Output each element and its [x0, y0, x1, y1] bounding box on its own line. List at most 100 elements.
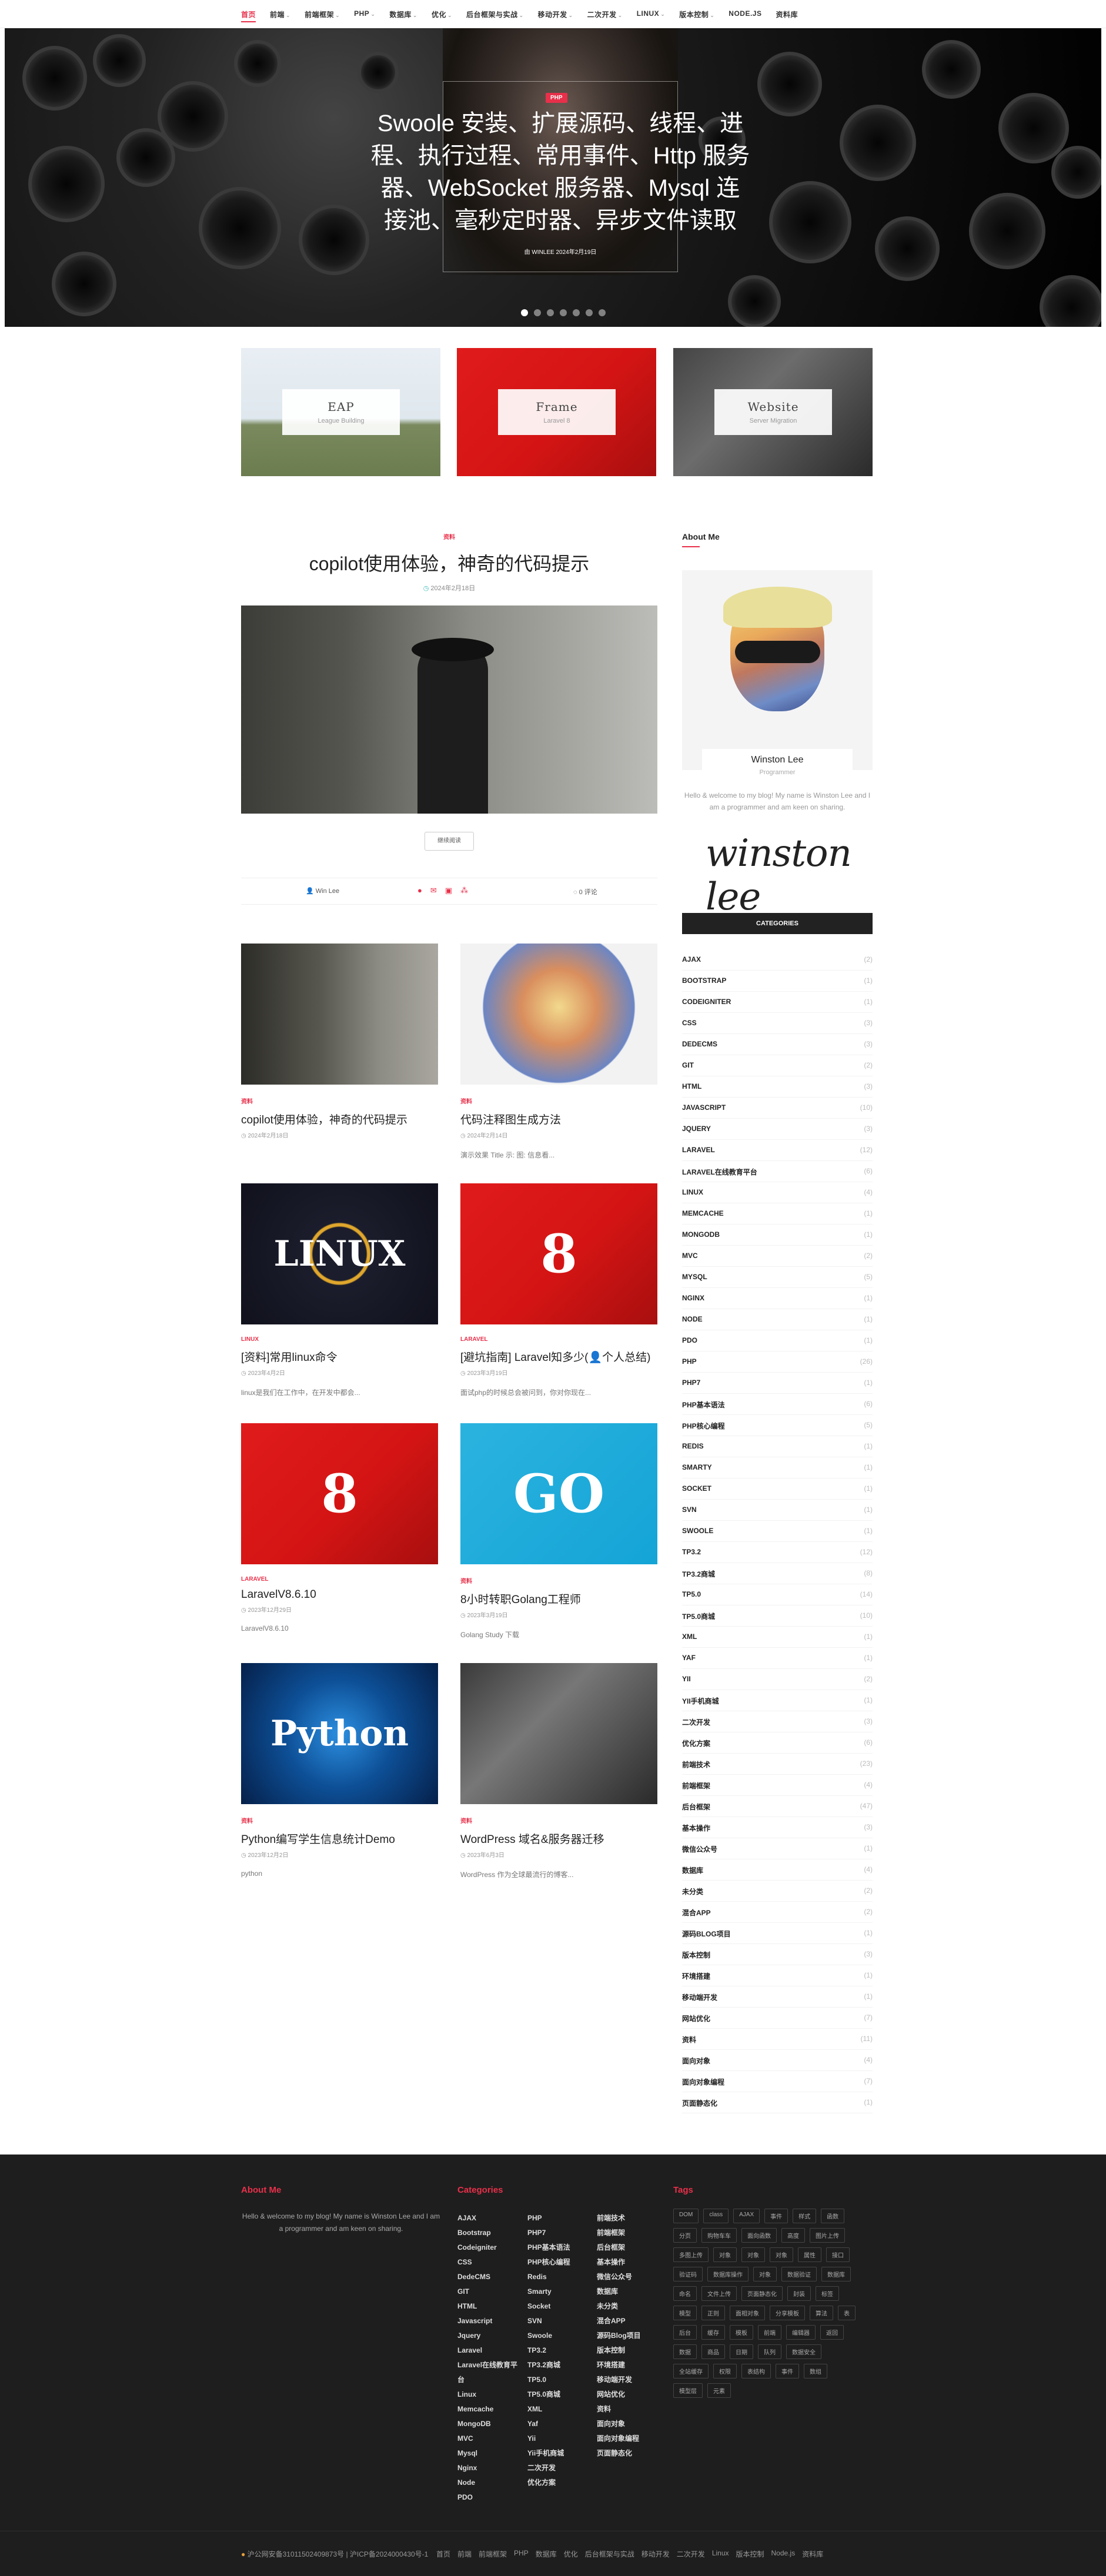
- footer-category-link[interactable]: Laravel在线教育平台: [457, 2358, 522, 2387]
- category-name[interactable]: TP5.0商城: [682, 1611, 715, 1621]
- nav-item[interactable]: PHP ⌄: [354, 9, 375, 22]
- footer-category-link[interactable]: XML: [527, 2402, 592, 2417]
- tag[interactable]: 图片上传: [810, 2228, 845, 2243]
- footer-category-link[interactable]: Smarty: [527, 2284, 592, 2299]
- category-name[interactable]: MYSQL: [682, 1273, 707, 1281]
- tag[interactable]: 对象: [753, 2267, 777, 2281]
- tag[interactable]: 返回: [820, 2325, 844, 2340]
- category-name[interactable]: 页面静态化: [682, 2098, 717, 2108]
- tag[interactable]: 函数: [821, 2209, 845, 2223]
- tag[interactable]: 日期: [730, 2344, 753, 2359]
- tag[interactable]: 对象: [770, 2247, 793, 2262]
- category-name[interactable]: 资料: [682, 2035, 696, 2045]
- tag[interactable]: 数据库操作: [707, 2267, 749, 2281]
- footer-link[interactable]: 数据库: [536, 2549, 557, 2559]
- category-name[interactable]: SWOOLE: [682, 1527, 713, 1535]
- tag[interactable]: 验证码: [673, 2267, 703, 2281]
- category-item[interactable]: LARAVEL在线教育平台 (6): [682, 1161, 873, 1182]
- post-title[interactable]: copilot使用体验，神奇的代码提示: [241, 1111, 438, 1127]
- footer-category-link[interactable]: Laravel: [457, 2343, 522, 2358]
- category-item[interactable]: 资料 (11): [682, 2029, 873, 2050]
- hero-category-badge[interactable]: PHP: [546, 93, 567, 103]
- post-comments[interactable]: ◌ 0 评论: [573, 887, 597, 896]
- category-item[interactable]: TP5.0 (14): [682, 1584, 873, 1605]
- footer-category-link[interactable]: SVN: [527, 2314, 592, 2329]
- category-name[interactable]: XML: [682, 1632, 697, 1641]
- category-item[interactable]: NODE (1): [682, 1309, 873, 1330]
- category-name[interactable]: 微信公众号: [682, 1844, 717, 1854]
- post-title[interactable]: [避坑指南] Laravel知多少(👤个人总结): [460, 1349, 657, 1364]
- category-name[interactable]: MEMCACHE: [682, 1209, 724, 1217]
- category-name[interactable]: MVC: [682, 1252, 698, 1260]
- category-name[interactable]: YII: [682, 1675, 691, 1683]
- post-title[interactable]: WordPress 域名&服务器迁移: [460, 1831, 657, 1846]
- footer-category-link[interactable]: Redis: [527, 2270, 592, 2284]
- post-title[interactable]: [资料]常用linux命令: [241, 1349, 438, 1364]
- post-category[interactable]: 资料: [460, 1096, 657, 1105]
- featured-card-eap[interactable]: EAP League Building: [241, 348, 440, 476]
- nav-item[interactable]: 后台框架与实战 ⌄: [466, 9, 524, 22]
- post-image[interactable]: [241, 605, 657, 814]
- grid-post-card[interactable]: GO 资料 8小时转职Golang工程师 ◷ 2023年3月19日 Golang Stu…: [460, 1423, 657, 1640]
- category-name[interactable]: PHP: [682, 1357, 697, 1366]
- category-name[interactable]: 面向对象: [682, 2056, 710, 2066]
- category-name[interactable]: 前端框架: [682, 1781, 710, 1791]
- category-item[interactable]: 源码BLOG项目 (1): [682, 1923, 873, 1944]
- tag[interactable]: 事件: [776, 2364, 799, 2378]
- footer-link[interactable]: PHP: [514, 2549, 529, 2559]
- tag[interactable]: 权限: [713, 2364, 737, 2378]
- tag[interactable]: 编辑器: [786, 2325, 816, 2340]
- category-item[interactable]: MVC (2): [682, 1246, 873, 1267]
- tag[interactable]: 队列: [758, 2344, 781, 2359]
- nav-item[interactable]: 移动开发 ⌄: [538, 9, 573, 22]
- nav-item[interactable]: 版本控制 ⌄: [679, 9, 714, 22]
- footer-category-link[interactable]: MongoDB: [457, 2417, 522, 2431]
- category-name[interactable]: TP3.2: [682, 1548, 701, 1556]
- category-name[interactable]: YII手机商城: [682, 1696, 719, 1706]
- category-item[interactable]: PHP (26): [682, 1351, 873, 1373]
- footer-link[interactable]: 移动开发: [641, 2549, 670, 2559]
- category-item[interactable]: XML (1): [682, 1627, 873, 1648]
- footer-category-link[interactable]: 二次开发: [527, 2461, 592, 2475]
- category-name[interactable]: TP5.0: [682, 1590, 701, 1598]
- category-item[interactable]: SVN (1): [682, 1500, 873, 1521]
- category-item[interactable]: YAF (1): [682, 1648, 873, 1669]
- category-item[interactable]: 微信公众号 (1): [682, 1838, 873, 1859]
- category-item[interactable]: PHP基本语法 (6): [682, 1394, 873, 1415]
- footer-link[interactable]: 首页: [436, 2549, 450, 2559]
- tag[interactable]: 购物车车: [701, 2228, 737, 2243]
- tag[interactable]: 样式: [793, 2209, 817, 2223]
- footer-link[interactable]: 前端: [457, 2549, 472, 2559]
- post-title[interactable]: 8小时转职Golang工程师: [460, 1591, 657, 1607]
- post-thumbnail[interactable]: 8: [460, 1183, 657, 1324]
- category-name[interactable]: 面向对象编程: [682, 2077, 724, 2087]
- post-category[interactable]: LINUX: [241, 1336, 438, 1343]
- category-name[interactable]: 版本控制: [682, 1950, 710, 1960]
- footer-category-link[interactable]: TP3.2商城: [527, 2358, 592, 2373]
- tag[interactable]: 对象: [713, 2247, 737, 2262]
- post-category[interactable]: LARAVEL: [241, 1576, 438, 1583]
- category-item[interactable]: 二次开发 (3): [682, 1711, 873, 1732]
- tag[interactable]: 全站缓存: [673, 2364, 709, 2378]
- footer-link[interactable]: 版本控制: [736, 2549, 764, 2559]
- tag[interactable]: 元素: [707, 2383, 731, 2398]
- category-name[interactable]: TP3.2商城: [682, 1569, 715, 1579]
- category-item[interactable]: BOOTSTRAP (1): [682, 971, 873, 992]
- footer-category-link[interactable]: GIT: [457, 2284, 522, 2299]
- category-name[interactable]: REDIS: [682, 1442, 704, 1450]
- category-item[interactable]: REDIS (1): [682, 1436, 873, 1457]
- category-name[interactable]: NGINX: [682, 1294, 704, 1302]
- category-item[interactable]: 基本操作 (3): [682, 1817, 873, 1838]
- tag[interactable]: AJAX: [733, 2209, 760, 2223]
- slider-dot[interactable]: [599, 309, 606, 316]
- footer-category-link[interactable]: 网站优化: [597, 2387, 661, 2402]
- footer-category-link[interactable]: Bootstrap: [457, 2226, 522, 2240]
- footer-category-link[interactable]: 环境搭建: [597, 2358, 661, 2373]
- category-item[interactable]: 版本控制 (3): [682, 1944, 873, 1965]
- category-item[interactable]: 前端框架 (4): [682, 1775, 873, 1796]
- category-item[interactable]: 未分类 (2): [682, 1881, 873, 1902]
- print-icon[interactable]: ▣: [445, 886, 452, 895]
- category-item[interactable]: GIT (2): [682, 1055, 873, 1076]
- category-item[interactable]: CSS (3): [682, 1013, 873, 1034]
- tag[interactable]: 正则: [701, 2306, 725, 2320]
